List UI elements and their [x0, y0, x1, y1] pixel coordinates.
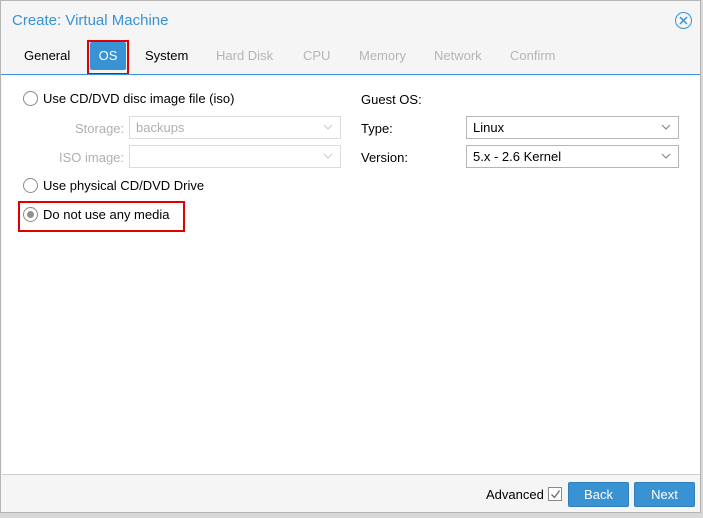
- advanced-checkbox[interactable]: [548, 487, 562, 501]
- guest-os-heading: Guest OS:: [361, 92, 422, 107]
- iso-option-label: Use CD/DVD disc image file (iso): [43, 91, 235, 106]
- storage-select[interactable]: backups: [129, 116, 341, 139]
- no-media-label: Do not use any media: [43, 207, 170, 222]
- checkmark-icon: [551, 490, 561, 499]
- radio-icon: [23, 91, 38, 106]
- version-value: 5.x - 2.6 Kernel: [473, 149, 562, 164]
- close-button[interactable]: [675, 12, 692, 29]
- close-icon: [679, 16, 688, 25]
- dialog-titlebar: Create: Virtual Machine: [1, 1, 700, 39]
- create-vm-dialog: Create: Virtual Machine General OS Syste…: [0, 0, 701, 513]
- chevron-down-icon: [323, 153, 333, 159]
- tab-general[interactable]: General: [16, 42, 78, 70]
- radio-icon: [23, 178, 38, 193]
- radio-icon: [23, 207, 38, 222]
- tab-cpu[interactable]: CPU: [295, 42, 338, 70]
- wizard-tabbar: General OS System Hard Disk CPU Memory N…: [1, 39, 700, 75]
- os-panel: Use CD/DVD disc image file (iso) Storage…: [2, 75, 700, 475]
- type-label: Type:: [361, 121, 393, 136]
- advanced-label: Advanced: [486, 487, 544, 502]
- tab-os[interactable]: OS: [90, 42, 126, 70]
- tab-confirm[interactable]: Confirm: [502, 42, 564, 70]
- physical-option-label: Use physical CD/DVD Drive: [43, 178, 205, 193]
- version-select[interactable]: 5.x - 2.6 Kernel: [466, 145, 679, 168]
- iso-option-radio[interactable]: Use CD/DVD disc image file (iso): [23, 91, 234, 106]
- chevron-down-icon: [323, 124, 333, 130]
- chevron-down-icon: [661, 124, 671, 130]
- tab-memory[interactable]: Memory: [351, 42, 414, 70]
- version-label: Version:: [361, 150, 408, 165]
- no-media-radio[interactable]: Do not use any media: [23, 207, 169, 222]
- iso-image-select[interactable]: [129, 145, 341, 168]
- storage-label: Storage:: [75, 121, 125, 136]
- chevron-down-icon: [661, 153, 671, 159]
- type-select[interactable]: Linux: [466, 116, 679, 139]
- iso-image-label: ISO image:: [59, 150, 125, 165]
- tab-system[interactable]: System: [137, 42, 196, 70]
- dialog-footer: Advanced Back Next: [1, 477, 700, 513]
- next-button[interactable]: Next: [634, 482, 695, 507]
- physical-drive-radio[interactable]: Use physical CD/DVD Drive: [23, 178, 204, 193]
- type-value: Linux: [473, 120, 505, 135]
- storage-value: backups: [136, 120, 185, 135]
- tab-network[interactable]: Network: [426, 42, 490, 70]
- tab-hard-disk[interactable]: Hard Disk: [208, 42, 281, 70]
- back-button[interactable]: Back: [568, 482, 629, 507]
- dialog-title: Create: Virtual Machine: [12, 12, 169, 29]
